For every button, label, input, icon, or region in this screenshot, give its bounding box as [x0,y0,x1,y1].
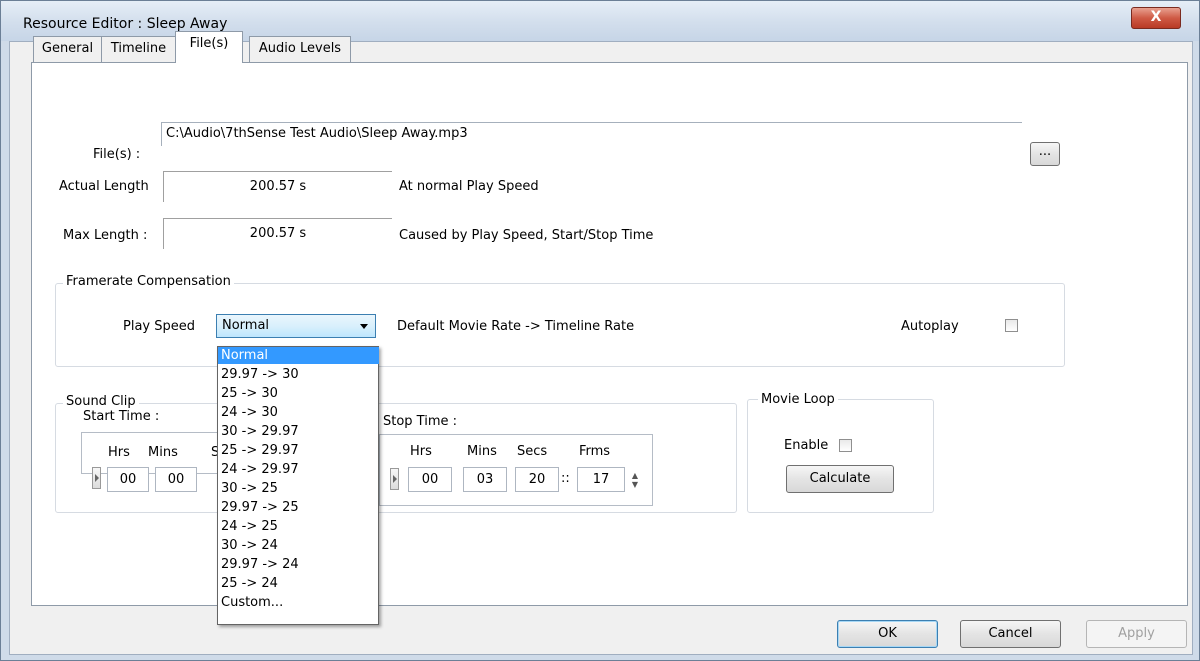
max-length-label: Max Length : [63,228,148,243]
actual-length-note: At normal Play Speed [399,179,539,194]
calculate-button-label: Calculate [809,471,871,486]
tab-general[interactable]: General [33,36,102,62]
stop-frms-field[interactable]: 17 [577,467,625,492]
stop-time-label: Stop Time : [383,414,458,429]
resource-editor-window: Resource Editor : Sleep Away X General T… [0,0,1200,661]
stop-hrs-field[interactable]: 00 [408,467,452,492]
tab-general-label: General [41,41,94,56]
apply-button-label: Apply [1118,626,1155,641]
browse-button[interactable]: ... [1030,142,1060,166]
framerate-group-label: Framerate Compensation [63,274,234,289]
play-speed-dropdown-list: Normal 29.97 -> 30 25 -> 30 24 -> 30 30 … [217,346,379,625]
apply-button[interactable]: Apply [1086,620,1187,648]
actual-length-value: 200.57 s [163,171,392,202]
start-time-label: Start Time : [83,409,160,424]
chevron-down-icon [360,324,368,329]
play-speed-label: Play Speed [123,319,195,334]
stop-hrs-header: Hrs [410,444,432,459]
file-path-field[interactable]: C:\Audio\7thSense Test Audio\Sleep Away.… [161,122,1022,146]
stop-mins-field[interactable]: 03 [463,467,507,492]
play-speed-select[interactable]: Normal [216,314,376,338]
ok-button-label: OK [878,626,897,641]
play-speed-option[interactable]: 30 -> 29.97 [218,423,379,440]
stop-secs-field[interactable]: 20 [515,467,559,492]
movie-loop-group [747,399,934,513]
sound-clip-label: Sound Clip [63,394,139,409]
actual-length-label: Actual Length [59,179,149,194]
stop-secs-header: Secs [517,444,548,459]
tab-audio-levels[interactable]: Audio Levels [249,36,351,62]
play-speed-value: Normal [222,318,270,333]
files-label: File(s) : [93,147,141,162]
play-speed-option[interactable]: 24 -> 29.97 [218,461,379,478]
cancel-button[interactable]: Cancel [960,620,1061,648]
play-speed-option[interactable]: Custom... [218,594,379,611]
close-button[interactable]: X [1131,7,1181,29]
calculate-button[interactable]: Calculate [786,465,894,493]
window-title: Resource Editor : Sleep Away [23,16,228,32]
stop-time-nav-icon[interactable] [390,468,399,490]
play-speed-option[interactable]: 30 -> 25 [218,480,379,497]
play-speed-option[interactable]: 24 -> 30 [218,404,379,421]
frame-separator: :: [561,471,570,486]
play-speed-option[interactable]: 30 -> 24 [218,537,379,554]
spin-down-icon[interactable]: ▼ [629,480,641,489]
stop-frms-header: Frms [579,444,611,459]
play-speed-option[interactable]: 29.97 -> 24 [218,556,379,573]
cancel-button-label: Cancel [988,626,1033,641]
max-length-value: 200.57 s [163,218,392,249]
frames-spinner[interactable]: ▲ ▼ [629,471,641,489]
start-hrs-field[interactable]: 00 [107,467,149,492]
close-icon: X [1150,9,1162,25]
start-mins-header: Mins [148,445,178,460]
loop-enable-checkbox[interactable] [839,439,852,452]
ellipsis-icon: ... [1038,144,1052,159]
movie-loop-label: Movie Loop [758,392,838,407]
play-speed-option[interactable]: 25 -> 24 [218,575,379,592]
ok-button[interactable]: OK [837,620,938,648]
stop-mins-header: Mins [467,444,497,459]
tab-files[interactable]: File(s) [175,31,243,63]
play-speed-option[interactable]: 25 -> 29.97 [218,442,379,459]
play-speed-option[interactable]: 24 -> 25 [218,518,379,535]
autoplay-label: Autoplay [901,319,959,334]
play-speed-option[interactable]: Normal [218,347,379,364]
loop-enable-label: Enable [784,438,829,453]
start-mins-field[interactable]: 00 [155,467,197,492]
play-speed-option[interactable]: 25 -> 30 [218,385,379,402]
tab-timeline[interactable]: Timeline [101,36,176,62]
framerate-description: Default Movie Rate -> Timeline Rate [397,319,635,334]
tab-timeline-label: Timeline [110,41,167,56]
play-speed-option[interactable]: 29.97 -> 25 [218,499,379,516]
tab-files-label: File(s) [189,36,229,51]
max-length-note: Caused by Play Speed, Start/Stop Time [399,228,654,243]
start-hrs-header: Hrs [108,445,130,460]
tab-audio-levels-label: Audio Levels [258,41,342,56]
start-time-nav-icon[interactable] [92,467,101,489]
play-speed-option[interactable]: 29.97 -> 30 [218,366,379,383]
spin-up-icon[interactable]: ▲ [629,471,641,480]
autoplay-checkbox[interactable] [1005,319,1018,332]
